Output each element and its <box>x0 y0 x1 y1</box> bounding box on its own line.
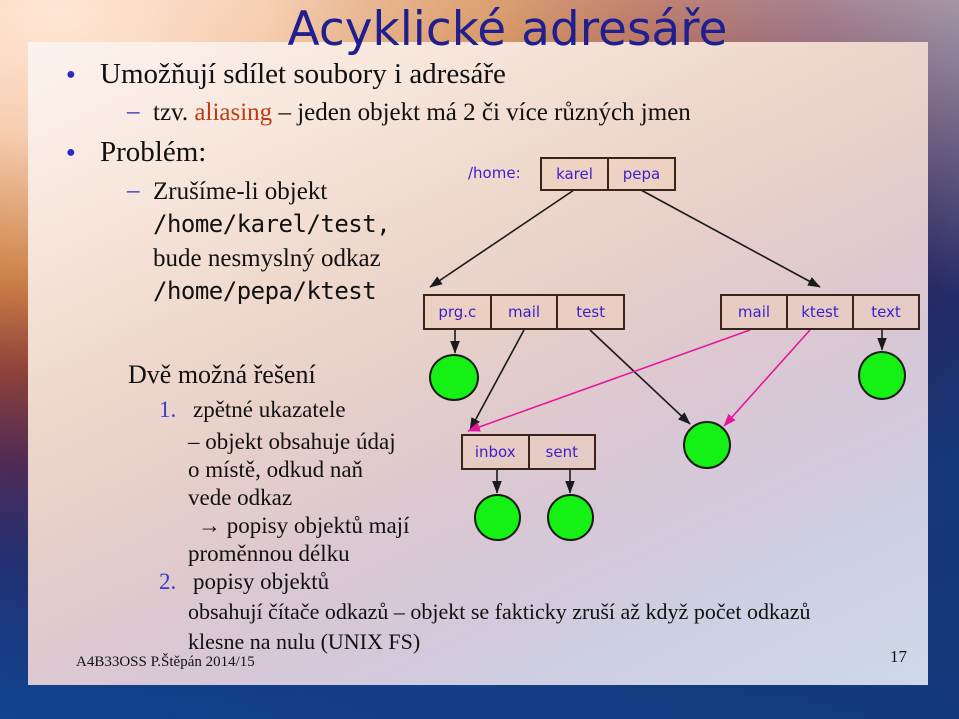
dir-entry-pepa-ktest[interactable]: ktest <box>788 296 854 328</box>
mail-directory-box: inbox sent <box>461 434 596 470</box>
file-node-sent[interactable] <box>547 494 594 541</box>
dir-entry-karel-mail[interactable]: mail <box>492 296 559 328</box>
home-directory-box: karel pepa <box>540 157 676 191</box>
dir-entry-karel-test[interactable]: test <box>558 296 623 328</box>
dir-entry-pepa[interactable]: pepa <box>609 159 674 189</box>
dir-entry-inbox[interactable]: inbox <box>463 436 530 468</box>
dir-entry-prgc[interactable]: prg.c <box>425 296 492 328</box>
file-node-test-ktest[interactable] <box>683 421 731 469</box>
pepa-directory-box: mail ktest text <box>720 294 920 330</box>
graph-edges <box>429 189 887 494</box>
karel-directory-box: prg.c mail test <box>423 294 625 330</box>
dir-entry-sent[interactable]: sent <box>530 436 595 468</box>
file-node-prgc[interactable] <box>429 354 479 401</box>
file-node-inbox[interactable] <box>474 494 521 541</box>
dir-entry-karel[interactable]: karel <box>542 159 609 189</box>
file-node-text[interactable] <box>858 351 906 400</box>
home-path-label: /home: <box>468 164 521 182</box>
slide-canvas: Acyklické adresáře ● Umožňují sdílet sou… <box>0 0 959 719</box>
directory-graph-diagram: /home: karel pepa prg.c mail test mail k… <box>0 0 959 719</box>
dir-entry-pepa-mail[interactable]: mail <box>722 296 788 328</box>
dir-entry-pepa-text[interactable]: text <box>854 296 918 328</box>
